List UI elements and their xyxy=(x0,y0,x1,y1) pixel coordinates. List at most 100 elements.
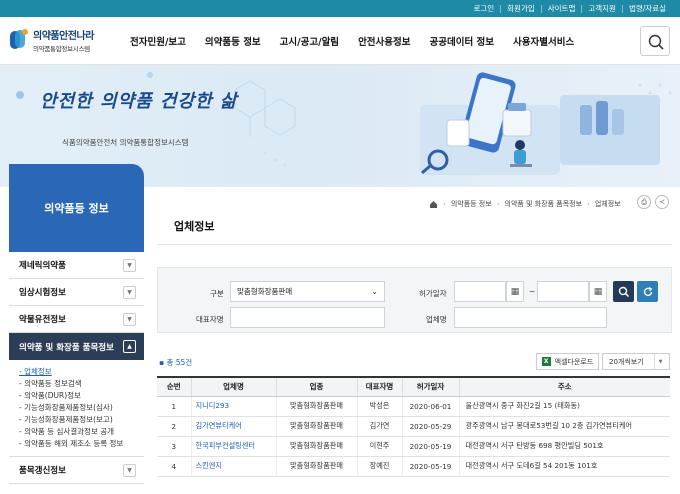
sidebar-item-label: 제네릭의약품 xyxy=(19,261,66,271)
col-header-address[interactable]: 주소 xyxy=(458,376,670,397)
print-icon: ⎙ xyxy=(641,197,647,206)
breadcrumb: › 의약품등 정보 › 의약품 및 화장품 품목정보 › 업체정보 xyxy=(429,199,621,209)
company-name-label: 업체명 xyxy=(426,315,447,324)
home-icon[interactable] xyxy=(429,200,438,209)
main-content: › 의약품등 정보 › 의약품 및 화장품 품목정보 › 업체정보 ⎙ ≺ 업체… xyxy=(144,187,680,494)
breadcrumb-separator: › xyxy=(496,200,500,208)
company-name-input[interactable] xyxy=(454,307,607,328)
signup-link[interactable]: 회원가입 xyxy=(500,4,541,13)
chevron-down-icon: ▼ xyxy=(123,463,136,477)
table-row: 2 김가연뷰티케어 맞춤형화장품판매 김가연 2020-05-29 광주광역시 … xyxy=(157,416,670,437)
cell-address: 울산광역시 중구 화진2길 15 (태화동) xyxy=(458,396,670,417)
sidebar-item-renewal[interactable]: 품목갱신정보 ▼ xyxy=(9,457,144,484)
sidebar-heading: 의약품등 정보 xyxy=(9,164,144,252)
share-button[interactable]: ≺ xyxy=(655,195,669,209)
nav-public-data[interactable]: 공공데이터 정보 xyxy=(430,34,495,48)
print-button[interactable]: ⎙ xyxy=(637,195,651,209)
sidebar-item-product-info[interactable]: 의약품 및 화장품 품목정보 ▲ xyxy=(9,333,144,360)
per-page-select[interactable]: 20개씩보기 ▼ xyxy=(602,353,670,370)
submenu-dur-info[interactable]: 의약품(DUR)정보 xyxy=(19,390,144,402)
breadcrumb-item[interactable]: 의약품등 정보 xyxy=(451,199,492,209)
rep-name-input[interactable] xyxy=(230,307,385,328)
date-range-separator: ~ xyxy=(529,287,536,296)
cell-type: 맞춤형화장품판매 xyxy=(275,436,357,457)
submenu-cosmetic-review[interactable]: 기능성화장품제품정보(심사) xyxy=(19,402,144,414)
cell-type: 맞춤형화장품판매 xyxy=(275,416,357,437)
permit-date-to[interactable] xyxy=(537,281,589,302)
nav-user-service[interactable]: 사용자별서비스 xyxy=(513,34,574,48)
sidebar-item-generic[interactable]: 제네릭의약품 ▼ xyxy=(9,252,144,279)
search-submit-button[interactable] xyxy=(613,281,634,302)
table-header-row: 순번 업체명 업종 대표자명 허가일자 주소 xyxy=(157,376,670,397)
login-link[interactable]: 로그인 xyxy=(467,4,500,13)
cell-address: 광주광역시 남구 봉대로53번길 10 2층 김가연뷰티케어 xyxy=(458,416,670,437)
search-panel: 구분 맞춤형화장품판매 ⌄ 허가일자 ▦ ~ ▦ 대표자명 업체명 xyxy=(157,267,672,333)
breadcrumb-separator: › xyxy=(587,200,590,208)
nav-drug-info[interactable]: 의약품등 정보 xyxy=(205,34,261,48)
cell-company-link[interactable]: 스킨엔지 xyxy=(190,456,276,477)
col-header-no[interactable]: 순번 xyxy=(157,376,191,397)
chevron-down-icon: ▼ xyxy=(123,312,136,326)
col-header-rep[interactable]: 대표자명 xyxy=(356,376,402,397)
nav-notice[interactable]: 고시/공고/알림 xyxy=(280,34,339,48)
logo-subtitle: 의약품통합정보시스템 xyxy=(33,45,90,53)
sidebar-item-clinical[interactable]: 임상시험정보 ▼ xyxy=(9,279,144,306)
support-link[interactable]: 고객지원 xyxy=(581,4,622,13)
rep-name-label: 대표자명 xyxy=(196,315,224,324)
submenu-drug-search[interactable]: 의약품등 정보검색 xyxy=(19,378,144,390)
total-count: ▪ 총 55건 xyxy=(159,358,193,367)
search-button[interactable] xyxy=(640,26,670,56)
cell-no: 2 xyxy=(157,416,191,437)
sidebar-item-label: 의약품 및 화장품 품목정보 xyxy=(19,342,114,353)
col-header-type[interactable]: 업종 xyxy=(275,376,357,397)
chevron-down-icon: ⌄ xyxy=(371,287,378,296)
excel-download-label: 엑셀다운로드 xyxy=(554,357,594,366)
table-row: 4 스킨엔지 맞춤형화장품판매 장예진 2020-05-19 대전광역시 서구 … xyxy=(157,456,670,477)
cell-no: 1 xyxy=(157,396,191,417)
cell-rep: 이현주 xyxy=(356,436,402,457)
col-header-date[interactable]: 허가일자 xyxy=(401,376,459,397)
cell-no: 4 xyxy=(157,456,191,477)
total-count-text: 총 55건 xyxy=(166,358,193,367)
submenu-cosmetic-report[interactable]: 기능성화장품제품정보(보고) xyxy=(19,414,144,426)
type-select[interactable]: 맞춤형화장품판매 ⌄ xyxy=(230,281,385,302)
cell-type: 맞춤형화장품판매 xyxy=(275,396,357,417)
sidebar-item-pharmacogenomics[interactable]: 약물유전정보 ▼ xyxy=(9,306,144,333)
submenu-review-results[interactable]: 의약품 등 심사결과정보 공개 xyxy=(19,426,144,438)
site-logo[interactable]: 의약품안전나라 의약품통합정보시스템 xyxy=(8,27,94,53)
sitemap-link[interactable]: 사이트맵 xyxy=(540,4,582,13)
chevron-down-icon: ▼ xyxy=(123,285,136,299)
company-table: 순번 업체명 업종 대표자명 허가일자 주소 1 지니디293 맞춤형화장품판매… xyxy=(157,376,670,477)
per-page-value: 20개씩보기 xyxy=(609,357,644,366)
reset-button[interactable] xyxy=(637,281,658,302)
calendar-icon[interactable]: ▦ xyxy=(506,281,524,302)
cell-rep: 장예진 xyxy=(356,456,402,477)
chevron-down-icon: ▼ xyxy=(123,258,136,272)
type-select-value: 맞춤형화장품판매 xyxy=(237,287,293,296)
sidebar-item-label: 임상시험정보 xyxy=(19,288,66,298)
permit-date-label: 허가일자 xyxy=(419,289,447,298)
logo-icon xyxy=(8,27,30,53)
submenu-overseas-mfr[interactable]: 의약품등 해외 제조소 등록 정보 xyxy=(19,438,144,450)
nav-safe-use[interactable]: 안전사용정보 xyxy=(358,34,410,48)
cell-company-link[interactable]: 한국피부컨설팅센터 xyxy=(190,436,276,457)
cell-company-link[interactable]: 지니디293 xyxy=(190,396,276,417)
share-icon: ≺ xyxy=(659,198,665,206)
top-links: 로그인 회원가입 사이트맵 고객지원 법령/자료실 xyxy=(467,0,672,17)
cell-type: 맞춤형화장품판매 xyxy=(275,456,357,477)
law-data-link[interactable]: 법령/자료실 xyxy=(621,4,672,13)
permit-date-from[interactable] xyxy=(454,281,506,302)
banner-slogan: 안전한 의약품 건강한 삶 xyxy=(40,91,238,112)
cell-date: 2020-05-19 xyxy=(401,456,459,477)
submenu-company-info[interactable]: 업체정보 xyxy=(19,366,144,378)
nav-e-petition[interactable]: 전자민원/보고 xyxy=(130,34,186,48)
col-header-name[interactable]: 업체명 xyxy=(190,376,276,397)
cell-company-link[interactable]: 김가연뷰티케어 xyxy=(190,416,276,437)
excel-icon: X xyxy=(541,357,551,366)
top-utility-bar: 로그인 회원가입 사이트맵 고객지원 법령/자료실 xyxy=(0,0,680,17)
cell-rep: 김가연 xyxy=(356,416,402,437)
cell-address: 대전광역시 서구 도데6길 54 201동 101호 xyxy=(458,456,670,477)
calendar-icon[interactable]: ▦ xyxy=(589,281,607,302)
breadcrumb-item[interactable]: 의약품 및 화장품 품목정보 xyxy=(505,199,583,209)
excel-download-button[interactable]: X 엑셀다운로드 xyxy=(536,353,599,370)
